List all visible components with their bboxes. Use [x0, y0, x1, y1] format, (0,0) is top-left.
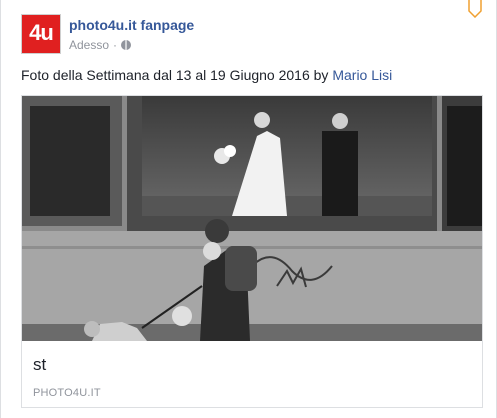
post-message: Foto della Settimana dal 13 al 19 Giugno… [21, 67, 392, 83]
link-preview-photo[interactable] [22, 96, 482, 341]
link-preview[interactable]: st PHOTO4U.IT [21, 95, 483, 408]
post-card: 4u photo4u.it fanpage Adesso · Foto dell… [0, 0, 497, 418]
chevron-down-icon[interactable] [468, 0, 482, 19]
meta-separator: · [113, 38, 118, 52]
link-title[interactable]: st [33, 355, 46, 375]
globe-icon[interactable] [121, 40, 132, 50]
author-link[interactable]: Mario Lisi [332, 67, 392, 83]
link-domain: PHOTO4U.IT [33, 387, 101, 399]
post-meta: Adesso · [69, 38, 132, 52]
page-name-link[interactable]: photo4u.it fanpage [69, 17, 194, 33]
post-timestamp[interactable]: Adesso [69, 38, 109, 52]
page-avatar[interactable]: 4u [21, 14, 61, 54]
post-message-text: Foto della Settimana dal 13 al 19 Giugno… [21, 67, 333, 83]
page-logo-text: 4u [29, 20, 54, 45]
